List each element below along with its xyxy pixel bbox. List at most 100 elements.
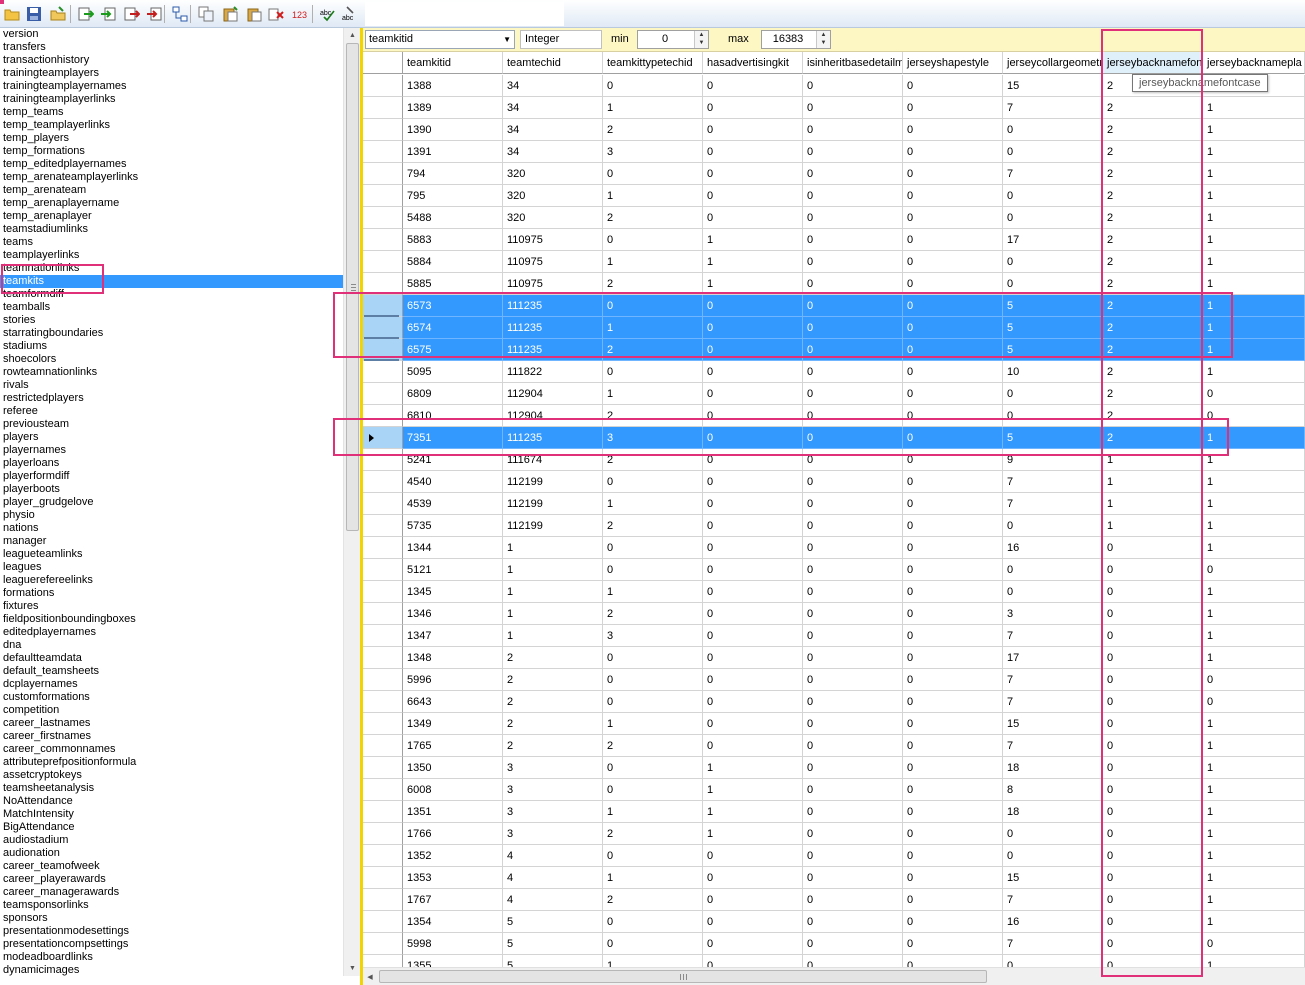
grid-cell[interactable]: 4 (503, 889, 603, 911)
grid-cell[interactable]: 0 (703, 427, 803, 449)
grid-cell[interactable]: 0 (703, 383, 803, 405)
grid-cell[interactable]: 1 (603, 867, 703, 889)
grid-cell[interactable]: 0 (803, 537, 903, 559)
grid-cell[interactable]: 1 (1203, 713, 1305, 735)
table-row[interactable]: 795 320 1 0 0 0 0 2 1 (363, 185, 1305, 207)
grid-cell[interactable]: 0 (803, 471, 903, 493)
grid-cell[interactable]: 0 (803, 119, 903, 141)
tree-icon[interactable] (170, 4, 190, 24)
grid-cell[interactable]: 0 (803, 691, 903, 713)
table-list-item[interactable]: teamsponsorlinks (0, 899, 343, 912)
row-header[interactable] (363, 955, 403, 967)
grid-cell[interactable]: 1 (1203, 823, 1305, 845)
table-list-item[interactable]: audionation (0, 847, 343, 860)
grid-cell[interactable]: 1 (1203, 603, 1305, 625)
grid-cell[interactable]: 17 (1003, 229, 1103, 251)
data-grid[interactable]: teamkitid teamtechid teamkittypetechid hasa… (363, 52, 1305, 967)
grid-cell[interactable]: 0 (1103, 933, 1203, 955)
row-header[interactable] (363, 141, 403, 163)
grid-cell[interactable]: 34 (503, 119, 603, 141)
table-row[interactable]: 5885 110975 2 1 0 0 0 2 1 (363, 273, 1305, 295)
grid-cell[interactable]: 1 (1203, 119, 1305, 141)
grid-cell[interactable]: 2 (1103, 405, 1203, 427)
table-row[interactable]: 1347 1 3 0 0 0 7 0 1 (363, 625, 1305, 647)
table-list-item[interactable]: modeadboardlinks (0, 951, 343, 964)
grid-cell[interactable]: 0 (903, 339, 1003, 361)
table-row[interactable]: 1391 34 3 0 0 0 0 2 1 (363, 141, 1305, 163)
grid-cell[interactable]: 0 (1103, 801, 1203, 823)
grid-cell[interactable]: 4539 (403, 493, 503, 515)
grid-cell[interactable]: 0 (803, 933, 903, 955)
table-row[interactable]: 1349 2 1 0 0 0 15 0 1 (363, 713, 1305, 735)
grid-cell[interactable]: 111235 (503, 295, 603, 317)
grid-cell[interactable]: 0 (603, 933, 703, 955)
column-header[interactable]: teamkittypetechid (603, 52, 703, 74)
grid-cell[interactable]: 111822 (503, 361, 603, 383)
grid-cell[interactable]: 0 (1003, 823, 1103, 845)
grid-cell[interactable]: 0 (803, 427, 903, 449)
grid-cell[interactable]: 34 (503, 97, 603, 119)
grid-cell[interactable]: 0 (1003, 845, 1103, 867)
grid-cell[interactable]: 0 (903, 933, 1003, 955)
grid-cell[interactable]: 0 (803, 559, 903, 581)
grid-cell[interactable]: 2 (1103, 163, 1203, 185)
grid-cell[interactable]: 7 (1003, 933, 1103, 955)
table-row[interactable]: 1344 1 0 0 0 0 16 0 1 (363, 537, 1305, 559)
table-list-item[interactable]: leagueteamlinks (0, 548, 343, 561)
grid-cell[interactable]: 0 (703, 97, 803, 119)
grid-cell[interactable]: 0 (603, 691, 703, 713)
grid-cell[interactable]: 7 (1003, 625, 1103, 647)
grid-cell[interactable]: 111235 (503, 427, 603, 449)
grid-cell[interactable]: 111235 (503, 317, 603, 339)
grid-cell[interactable]: 5 (503, 955, 603, 967)
grid-cell[interactable]: 0 (603, 559, 703, 581)
save-icon[interactable] (24, 4, 44, 24)
column-header[interactable]: jerseycollargeometr (1003, 52, 1103, 74)
table-row[interactable]: 5998 5 0 0 0 0 7 0 0 (363, 933, 1305, 955)
grid-cell[interactable]: 0 (603, 911, 703, 933)
grid-cell[interactable]: 0 (603, 75, 703, 97)
grid-cell[interactable]: 0 (1003, 383, 1103, 405)
grid-cell[interactable]: 0 (1103, 867, 1203, 889)
grid-cell[interactable]: 0 (903, 515, 1003, 537)
grid-cell[interactable]: 5996 (403, 669, 503, 691)
grid-cell[interactable]: 1 (1203, 251, 1305, 273)
grid-cell[interactable]: 0 (1103, 889, 1203, 911)
grid-cell[interactable]: 1349 (403, 713, 503, 735)
grid-cell[interactable]: 0 (803, 625, 903, 647)
table-list-item[interactable]: players (0, 431, 343, 444)
grid-cell[interactable]: 1 (1203, 581, 1305, 603)
grid-cell[interactable]: 1 (1203, 163, 1305, 185)
grid-cell[interactable]: 6575 (403, 339, 503, 361)
table-row[interactable]: 1355 5 1 0 0 0 0 0 1 (363, 955, 1305, 967)
table-list-item[interactable]: career_managerawards (0, 886, 343, 899)
grid-cell[interactable]: 1 (1203, 515, 1305, 537)
row-header[interactable] (363, 163, 403, 185)
grid-cell[interactable]: 5883 (403, 229, 503, 251)
table-list[interactable]: version transfers transactionhistory traini… (0, 28, 343, 976)
grid-cell[interactable]: 320 (503, 163, 603, 185)
row-header[interactable] (363, 911, 403, 933)
grid-cell[interactable]: 0 (703, 735, 803, 757)
column-header[interactable]: jerseybacknamefon (1103, 52, 1203, 74)
table-list-item[interactable]: presentationmodesettings (0, 925, 343, 938)
table-row[interactable]: 1767 4 2 0 0 0 7 0 1 (363, 889, 1305, 911)
grid-cell[interactable]: 1 (1203, 955, 1305, 967)
grid-cell[interactable]: 1 (1203, 845, 1305, 867)
table-row[interactable]: 1353 4 1 0 0 0 15 0 1 (363, 867, 1305, 889)
grid-cell[interactable]: 0 (803, 405, 903, 427)
table-list-item[interactable]: teamsheetanalysis (0, 782, 343, 795)
grid-cell[interactable]: 0 (803, 713, 903, 735)
grid-cell[interactable]: 2 (603, 889, 703, 911)
table-row[interactable]: 1348 2 0 0 0 0 17 0 1 (363, 647, 1305, 669)
grid-cell[interactable]: 5885 (403, 273, 503, 295)
table-list-item[interactable]: restrictedplayers (0, 392, 343, 405)
table-list-item[interactable]: formations (0, 587, 343, 600)
grid-cell[interactable]: 0 (703, 515, 803, 537)
table-row[interactable]: 6574 111235 1 0 0 0 5 2 1 (363, 317, 1305, 339)
grid-cell[interactable]: 0 (1003, 119, 1103, 141)
table-list-item[interactable]: teamnationlinks (0, 262, 343, 275)
grid-horizontal-scrollbar[interactable]: ◀ (363, 967, 1305, 985)
table-list-item[interactable]: stories (0, 314, 343, 327)
grid-cell[interactable]: 0 (603, 295, 703, 317)
